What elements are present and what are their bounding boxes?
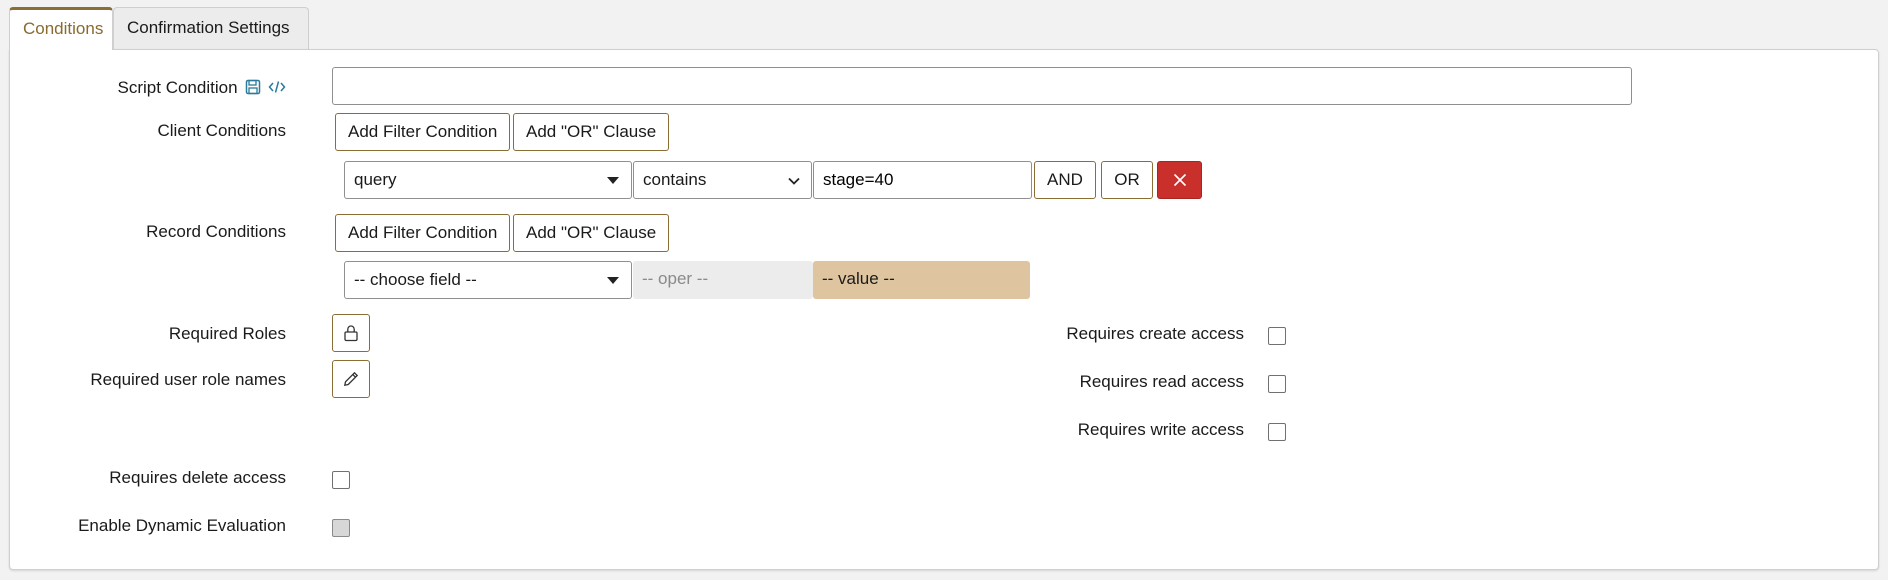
- client-operator-value: contains: [643, 170, 707, 189]
- requires-create-access-label: Requires create access: [1066, 324, 1244, 343]
- required-roles-label: Required Roles: [168, 324, 286, 343]
- record-value-placeholder: -- value --: [822, 269, 895, 288]
- requires-read-access-checkbox[interactable]: [1268, 375, 1286, 393]
- requires-read-access-label: Requires read access: [1079, 372, 1244, 391]
- save-icon[interactable]: [245, 79, 261, 100]
- required-user-role-names-label: Required user role names: [90, 370, 286, 389]
- record-field-placeholder: -- choose field --: [354, 270, 477, 289]
- record-field-select[interactable]: -- choose field --: [344, 261, 632, 299]
- pencil-icon: [343, 371, 359, 387]
- requires-delete-access-label: Requires delete access: [109, 468, 286, 487]
- requires-create-access-checkbox[interactable]: [1268, 327, 1286, 345]
- conditions-panel: Script Condition Client Conditions Add F…: [9, 49, 1879, 570]
- client-field-select[interactable]: query: [344, 161, 632, 199]
- script-condition-label: Script Condition: [117, 78, 238, 97]
- record-add-or-clause-button[interactable]: Add "OR" Clause: [513, 214, 670, 252]
- chevron-down-icon: [788, 177, 800, 185]
- tab-confirmation-settings[interactable]: Confirmation Settings: [113, 7, 309, 49]
- caret-down-icon: [607, 177, 619, 184]
- client-add-filter-button[interactable]: Add Filter Condition: [335, 113, 511, 151]
- client-conditions-label: Client Conditions: [157, 121, 286, 140]
- client-field-value: query: [354, 170, 397, 189]
- caret-down-icon: [607, 277, 619, 284]
- script-condition-label-group: Script Condition: [118, 78, 286, 100]
- lock-icon: [344, 325, 358, 342]
- record-operator-placeholder: -- oper --: [642, 269, 709, 288]
- code-icon[interactable]: [268, 79, 286, 100]
- requires-write-access-checkbox[interactable]: [1268, 423, 1286, 441]
- client-add-or-clause-button[interactable]: Add "OR" Clause: [513, 113, 670, 151]
- tab-conditions[interactable]: Conditions: [9, 7, 113, 50]
- client-value-input[interactable]: [813, 161, 1032, 199]
- required-user-role-names-button[interactable]: [332, 360, 370, 398]
- required-roles-button[interactable]: [332, 314, 370, 352]
- script-condition-input[interactable]: [332, 67, 1632, 105]
- record-conditions-label: Record Conditions: [146, 222, 286, 241]
- record-value-placeholder-box: -- value --: [813, 261, 1030, 299]
- client-operator-select[interactable]: contains: [633, 161, 812, 199]
- client-and-button[interactable]: AND: [1034, 161, 1096, 199]
- record-add-filter-button[interactable]: Add Filter Condition: [335, 214, 511, 252]
- client-remove-button[interactable]: [1157, 161, 1202, 199]
- client-or-button[interactable]: OR: [1101, 161, 1153, 199]
- record-operator-placeholder-box: -- oper --: [633, 261, 813, 299]
- requires-delete-access-checkbox[interactable]: [332, 471, 350, 489]
- enable-dynamic-evaluation-checkbox: [332, 519, 350, 537]
- requires-write-access-label: Requires write access: [1077, 420, 1244, 439]
- close-icon: [1173, 173, 1186, 187]
- enable-dynamic-evaluation-label: Enable Dynamic Evaluation: [78, 516, 286, 535]
